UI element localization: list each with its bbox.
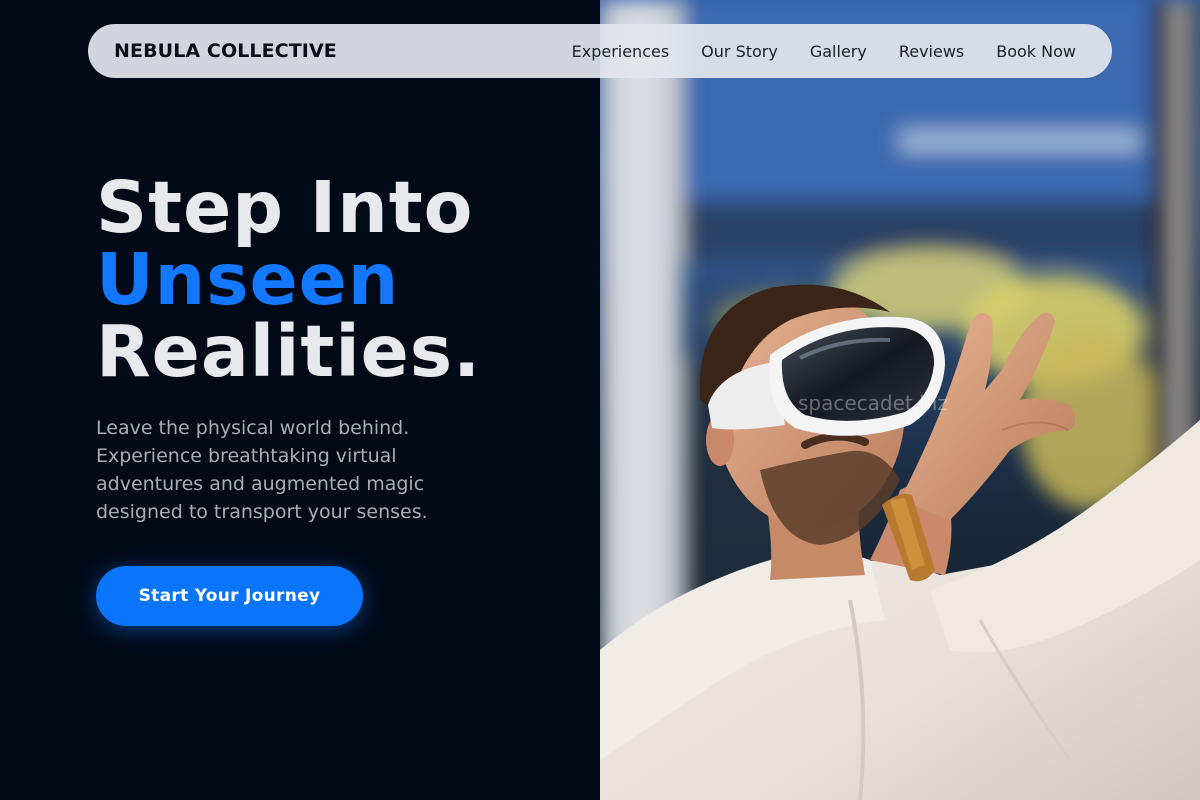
image-watermark: spacecadet.biz: [798, 391, 948, 415]
vr-user-illustration: spacecadet.biz: [600, 0, 1200, 800]
nav-link-reviews[interactable]: Reviews: [899, 42, 964, 61]
start-journey-button[interactable]: Start Your Journey: [96, 566, 363, 626]
nav-link-gallery[interactable]: Gallery: [810, 42, 867, 61]
brand-logo[interactable]: NEBULA COLLECTIVE: [114, 40, 337, 62]
hero-description: Leave the physical world behind. Experie…: [96, 417, 428, 523]
nav-link-book-now[interactable]: Book Now: [996, 42, 1076, 61]
top-nav-bar: NEBULA COLLECTIVE Experiences Our Story …: [88, 24, 1112, 78]
nav-link-experiences[interactable]: Experiences: [572, 42, 670, 61]
nav-link-our-story[interactable]: Our Story: [701, 42, 778, 61]
nav-links: Experiences Our Story Gallery Reviews Bo…: [540, 42, 1076, 61]
hero-title: Step Into Unseen Realities.: [96, 172, 481, 388]
hero-title-line-3: Realities.: [96, 310, 482, 393]
hero-title-line-1: Step Into: [96, 166, 474, 249]
hero-title-accent-line: Unseen: [96, 238, 400, 321]
hero-image-vr-user: spacecadet.biz: [600, 0, 1200, 800]
